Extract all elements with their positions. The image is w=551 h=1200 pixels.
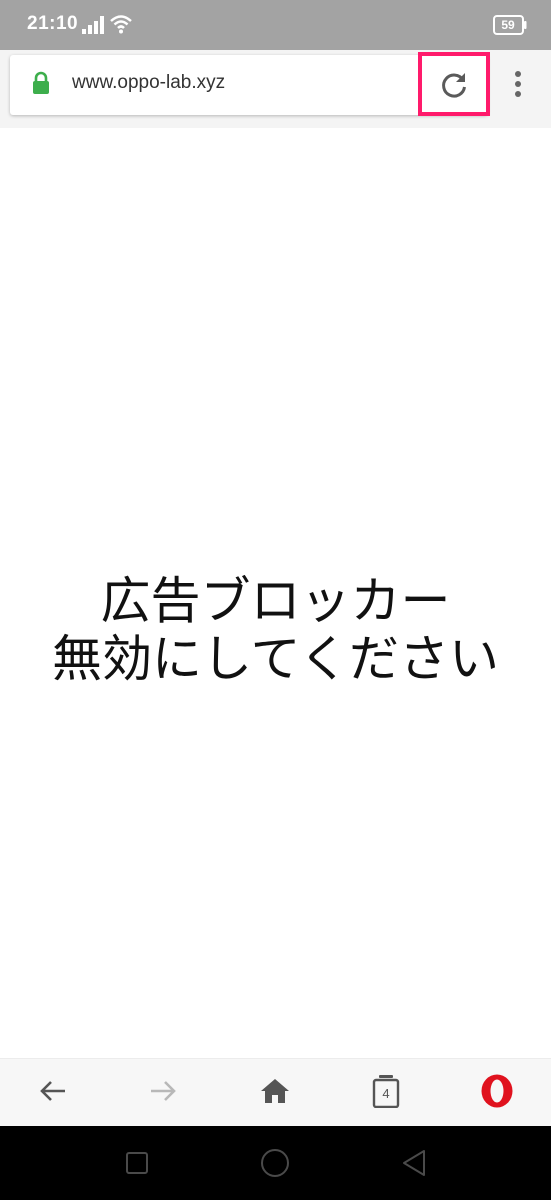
signal-icon bbox=[82, 16, 104, 34]
recents-icon bbox=[126, 1152, 148, 1174]
lock-icon bbox=[33, 71, 49, 94]
opera-menu-button[interactable] bbox=[472, 1068, 522, 1114]
back-button[interactable] bbox=[28, 1068, 78, 1114]
tab-count: 4 bbox=[382, 1086, 390, 1101]
status-time: 21:10 bbox=[27, 13, 79, 34]
adblock-message: 広告ブロッカー 無効にしてください bbox=[0, 572, 551, 688]
message-line-2: 無効にしてください bbox=[52, 630, 499, 688]
battery-level: 59 bbox=[501, 18, 515, 32]
opera-logo-icon bbox=[481, 1074, 513, 1108]
system-home-button[interactable] bbox=[253, 1143, 297, 1183]
wifi-icon bbox=[110, 15, 132, 34]
home-circle-icon bbox=[261, 1149, 289, 1177]
back-triangle-icon bbox=[403, 1150, 425, 1176]
tabs-button[interactable]: 4 bbox=[361, 1068, 411, 1114]
system-back-button[interactable] bbox=[392, 1143, 436, 1183]
message-line-1: 広告ブロッカー bbox=[100, 572, 451, 630]
more-menu-button[interactable] bbox=[508, 66, 528, 102]
back-arrow-icon bbox=[40, 1081, 65, 1101]
highlight-box bbox=[418, 52, 490, 116]
recents-button[interactable] bbox=[115, 1143, 159, 1183]
more-vert-icon bbox=[515, 71, 521, 97]
home-button[interactable] bbox=[250, 1068, 300, 1114]
home-icon bbox=[261, 1079, 289, 1103]
forward-button[interactable] bbox=[138, 1068, 188, 1114]
forward-arrow-icon bbox=[151, 1081, 176, 1101]
url-text[interactable]: www.oppo-lab.xyz bbox=[72, 72, 225, 94]
